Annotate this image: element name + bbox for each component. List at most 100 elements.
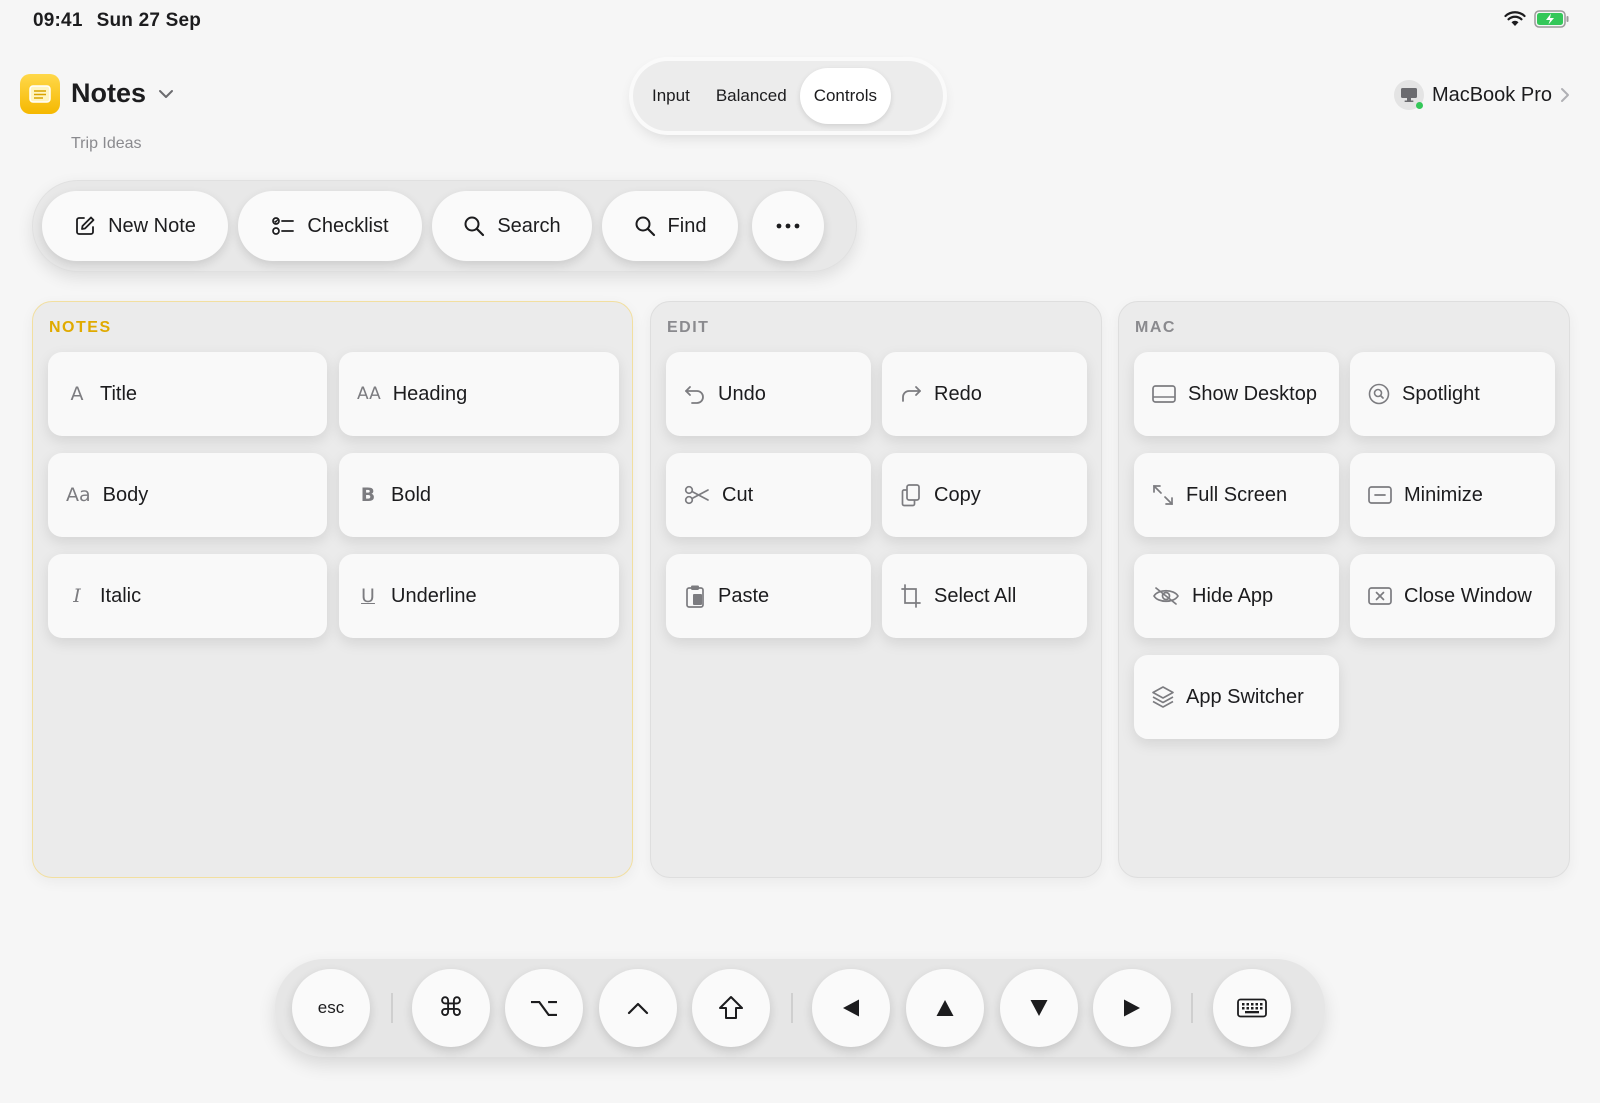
device-selector[interactable]: MacBook Pro: [1393, 80, 1570, 110]
minimize-icon: [1368, 485, 1392, 505]
show-desktop-label: Show Desktop: [1188, 382, 1317, 405]
full-screen-label: Full Screen: [1186, 483, 1288, 506]
body-label: Body: [102, 483, 149, 506]
scissors-icon: [684, 485, 710, 505]
heading-label: Heading: [392, 382, 468, 405]
full-screen-button[interactable]: Full Screen: [1134, 453, 1339, 537]
redo-label: Redo: [934, 382, 982, 405]
chevron-down-icon: [158, 89, 174, 99]
italic-label: Italic: [100, 584, 142, 607]
show-desktop-button[interactable]: Show Desktop: [1134, 352, 1339, 436]
option-icon: ⌥: [529, 993, 559, 1023]
edit-panel-title: EDIT: [667, 319, 710, 336]
title-glyph-icon: A: [70, 383, 84, 405]
desktop-icon: [1152, 384, 1176, 404]
arrow-down-key[interactable]: [1000, 969, 1078, 1047]
undo-icon: [684, 384, 706, 404]
spotlight-icon: [1368, 383, 1390, 405]
cut-label: Cut: [722, 483, 754, 506]
bold-style-button[interactable]: B Bold: [339, 453, 619, 537]
keyboard-icon: [1237, 998, 1267, 1018]
wifi-icon: [1504, 11, 1526, 27]
redo-button[interactable]: Redo: [882, 352, 1087, 436]
minimize-label: Minimize: [1404, 483, 1483, 506]
status-bar-time: 09:41 Sun 27 Sep: [33, 10, 215, 32]
arrow-left-key[interactable]: [812, 969, 890, 1047]
mac-panel-title: MAC: [1135, 319, 1176, 336]
body-style-button[interactable]: Aa Body: [48, 453, 327, 537]
redo-icon: [900, 384, 922, 404]
spotlight-button[interactable]: Spotlight: [1350, 352, 1555, 436]
shift-key[interactable]: [692, 969, 770, 1047]
copy-button[interactable]: Copy: [882, 453, 1087, 537]
search-icon: [463, 215, 485, 237]
clipboard-icon: [684, 584, 706, 608]
monitor-icon: [1393, 80, 1424, 110]
undo-button[interactable]: Undo: [666, 352, 871, 436]
underline-label: Underline: [391, 584, 477, 607]
mode-input[interactable]: Input: [639, 68, 703, 124]
close-window-label: Close Window: [1404, 584, 1532, 607]
battery-icon: [1534, 10, 1570, 28]
search-label: Search: [497, 214, 561, 237]
body-glyph-icon: Aa: [66, 484, 91, 506]
spotlight-label: Spotlight: [1402, 382, 1480, 405]
arrow-up-key[interactable]: [906, 969, 984, 1047]
key-separator: [391, 993, 393, 1023]
select-all-label: Select All: [934, 584, 1017, 607]
date: Sun 27 Sep: [96, 10, 202, 31]
arrow-up-icon: [935, 998, 955, 1018]
cut-button[interactable]: Cut: [666, 453, 871, 537]
app-switcher-menu[interactable]: Notes: [71, 78, 174, 109]
app-switcher-label: App Switcher: [1186, 685, 1304, 708]
command-key[interactable]: ⌘: [412, 969, 490, 1047]
escape-key[interactable]: esc: [292, 969, 370, 1047]
chevron-right-icon: [1560, 87, 1570, 103]
edit-panel: EDIT Undo Redo Cut Copy Paste Select All: [650, 301, 1102, 878]
minimize-button[interactable]: Minimize: [1350, 453, 1555, 537]
document-subtitle: Trip Ideas: [71, 135, 142, 152]
copy-icon: [900, 483, 922, 507]
title-style-button[interactable]: A Title: [48, 352, 327, 436]
quick-actions-toolbar: New Note Checklist Search Find: [32, 180, 857, 272]
mode-balanced[interactable]: Balanced: [703, 68, 800, 124]
undo-label: Undo: [718, 382, 766, 405]
option-key[interactable]: ⌥: [505, 969, 583, 1047]
new-note-button[interactable]: New Note: [42, 191, 228, 261]
keyboard-toggle-key[interactable]: [1213, 969, 1291, 1047]
italic-glyph-icon: I: [73, 585, 81, 607]
italic-style-button[interactable]: I Italic: [48, 554, 327, 638]
hide-app-button[interactable]: Hide App: [1134, 554, 1339, 638]
ellipsis-icon: [776, 223, 800, 229]
key-separator: [791, 993, 793, 1023]
mode-controls[interactable]: Controls: [799, 68, 892, 124]
eye-slash-icon: [1152, 586, 1180, 606]
copy-label: Copy: [934, 483, 981, 506]
clock: 09:41: [33, 10, 83, 31]
underline-style-button[interactable]: U Underline: [339, 554, 619, 638]
select-all-button[interactable]: Select All: [882, 554, 1087, 638]
mode-segmented-control: Input Balanced Controls: [633, 61, 943, 131]
find-button[interactable]: Find: [602, 191, 738, 261]
compose-icon: [74, 215, 96, 237]
search-button[interactable]: Search: [432, 191, 592, 261]
underline-glyph-icon: U: [361, 585, 375, 607]
heading-style-button[interactable]: AA Heading: [339, 352, 619, 436]
arrow-right-key[interactable]: [1093, 969, 1171, 1047]
expand-icon: [1152, 484, 1174, 506]
bold-glyph-icon: B: [360, 484, 376, 506]
mac-panel: MAC Show Desktop Spotlight Full Screen M…: [1118, 301, 1570, 878]
notes-app-icon[interactable]: [20, 74, 60, 114]
paste-label: Paste: [718, 584, 770, 607]
control-key[interactable]: [599, 969, 677, 1047]
more-button[interactable]: [752, 191, 824, 261]
close-window-button[interactable]: Close Window: [1350, 554, 1555, 638]
device-name: MacBook Pro: [1431, 83, 1552, 106]
arrow-left-icon: [841, 998, 861, 1018]
key-separator: [1191, 993, 1193, 1023]
new-note-label: New Note: [108, 214, 196, 237]
checklist-button[interactable]: Checklist: [238, 191, 422, 261]
modifier-key-bar: esc ⌘ ⌥: [275, 959, 1325, 1057]
paste-button[interactable]: Paste: [666, 554, 871, 638]
app-switcher-button[interactable]: App Switcher: [1134, 655, 1339, 739]
